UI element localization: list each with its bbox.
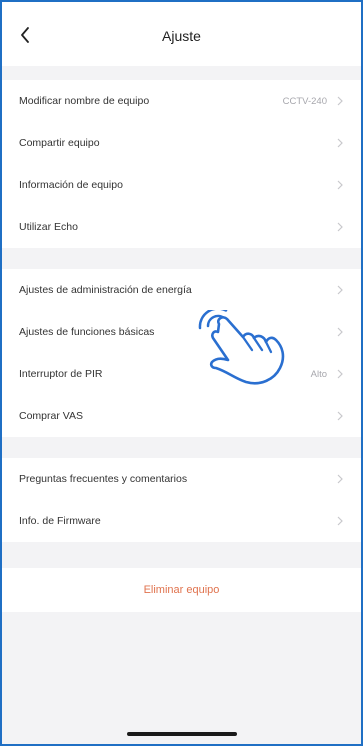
row-rename-device[interactable]: Modificar nombre de equipo CCTV-240 xyxy=(2,80,361,122)
header: Ajuste xyxy=(2,2,361,66)
row-label: Modificar nombre de equipo xyxy=(19,95,150,107)
chevron-right-icon xyxy=(337,327,345,337)
settings-section-help: Preguntas frecuentes y comentarios Info.… xyxy=(2,458,361,542)
chevron-right-icon xyxy=(337,474,345,484)
chevron-right-icon xyxy=(337,180,345,190)
delete-device-label: Eliminar equipo xyxy=(143,584,220,596)
row-label: Interruptor de PIR xyxy=(19,368,103,380)
row-label: Comprar VAS xyxy=(19,410,83,422)
back-button[interactable] xyxy=(16,26,34,44)
row-basic-functions[interactable]: Ajustes de funciones básicas xyxy=(2,311,361,353)
row-pir-switch[interactable]: Interruptor de PIR Alto xyxy=(2,353,361,395)
delete-device-button[interactable]: Eliminar equipo xyxy=(2,568,361,612)
row-value: Alto xyxy=(310,368,327,380)
chevron-right-icon xyxy=(337,516,345,526)
row-firmware-info[interactable]: Info. de Firmware xyxy=(2,500,361,542)
row-value: CCTV-240 xyxy=(282,95,327,107)
row-device-info[interactable]: Información de equipo xyxy=(2,164,361,206)
row-buy-vas[interactable]: Comprar VAS xyxy=(2,395,361,437)
row-label: Información de equipo xyxy=(19,179,123,191)
chevron-right-icon xyxy=(337,96,345,106)
row-label: Compartir equipo xyxy=(19,137,100,149)
row-label: Utilizar Echo xyxy=(19,221,78,233)
settings-section-functions: Ajustes de administración de energía Aju… xyxy=(2,269,361,437)
row-label: Ajustes de administración de energía xyxy=(19,284,192,296)
chevron-right-icon xyxy=(337,285,345,295)
chevron-right-icon xyxy=(337,411,345,421)
home-indicator xyxy=(126,732,237,736)
row-power-management[interactable]: Ajustes de administración de energía xyxy=(2,269,361,311)
row-use-echo[interactable]: Utilizar Echo xyxy=(2,206,361,248)
chevron-left-icon xyxy=(21,27,29,43)
chevron-right-icon xyxy=(337,369,345,379)
row-faq[interactable]: Preguntas frecuentes y comentarios xyxy=(2,458,361,500)
row-share-device[interactable]: Compartir equipo xyxy=(2,122,361,164)
page-title: Ajuste xyxy=(162,28,201,44)
chevron-right-icon xyxy=(337,138,345,148)
settings-screen: Ajuste Modificar nombre de equipo CCTV-2… xyxy=(0,0,363,746)
row-label: Preguntas frecuentes y comentarios xyxy=(19,473,188,485)
row-label: Info. de Firmware xyxy=(19,515,101,527)
row-label: Ajustes de funciones básicas xyxy=(19,326,155,338)
chevron-right-icon xyxy=(337,222,345,232)
settings-section-device: Modificar nombre de equipo CCTV-240 Comp… xyxy=(2,80,361,248)
